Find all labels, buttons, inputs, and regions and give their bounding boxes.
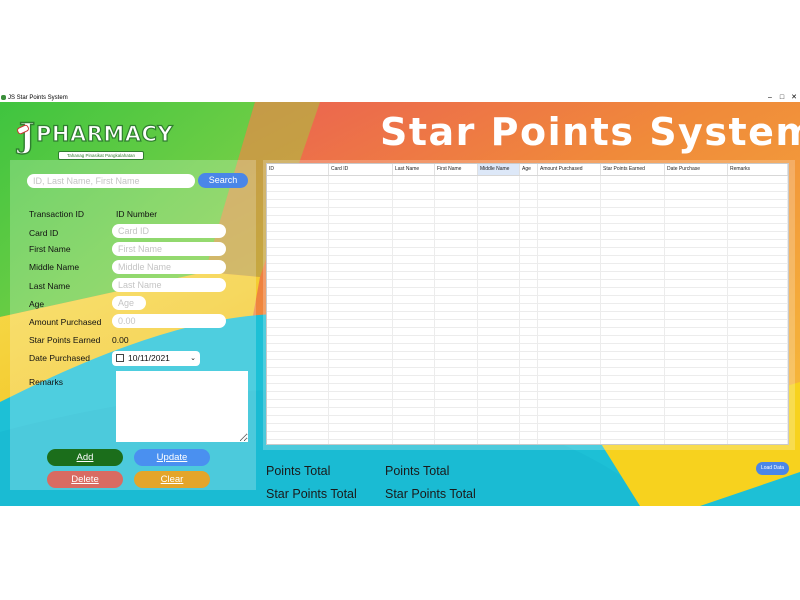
column-header-last-name[interactable]: Last Name	[393, 164, 435, 175]
logo-text: PHARMACY	[35, 121, 174, 146]
column-header-first-name[interactable]: First Name	[435, 164, 478, 175]
star-points-total-label: Star Points Total	[266, 487, 357, 501]
remarks-textarea[interactable]	[116, 371, 248, 442]
last-name-input[interactable]	[112, 278, 226, 292]
chevron-down-icon[interactable]: ⌄	[190, 351, 196, 366]
first-name-label: First Name	[29, 244, 71, 254]
points-total-label: Points Total	[266, 464, 331, 478]
transaction-id-label: Transaction ID	[29, 209, 84, 219]
last-name-label: Last Name	[29, 281, 71, 291]
middle-name-input[interactable]	[112, 260, 226, 274]
column-header-remarks[interactable]: Remarks	[728, 164, 788, 175]
close-icon[interactable]: ✕	[790, 94, 798, 102]
minimize-icon[interactable]: –	[766, 94, 774, 102]
maximize-icon[interactable]: □	[778, 94, 786, 102]
pharmacy-logo: J PHARMACY Tahanag Pinasikat Pangkalahat…	[6, 108, 173, 160]
logo-tagline: Tahanag Pinasikat Pangkalahatan	[58, 151, 144, 160]
amount-purchased-label: Amount Purchased	[29, 317, 102, 327]
title-bar: JS Star Points System – □ ✕	[0, 94, 800, 102]
transactions-table[interactable]: ID Card ID Last Name First Name Middle N…	[266, 163, 789, 445]
logo-letter: J	[18, 115, 36, 156]
clear-button[interactable]: Clear	[134, 471, 210, 488]
table-header: ID Card ID Last Name First Name Middle N…	[267, 164, 788, 176]
star-points-earned-value: 0.00	[112, 335, 129, 345]
transaction-id-value: ID Number	[116, 209, 158, 219]
column-header-star-points-earned[interactable]: Star Points Earned	[601, 164, 665, 175]
age-input[interactable]	[112, 296, 146, 310]
page-title: Star Points System	[380, 110, 800, 154]
column-header-middle-name[interactable]: Middle Name	[478, 164, 520, 175]
load-data-button[interactable]: Load Data	[756, 462, 789, 475]
remarks-label: Remarks	[29, 377, 64, 387]
star-points-total-value: Star Points Total	[385, 487, 476, 501]
app-icon	[1, 95, 6, 100]
app-window: JS Star Points System – □ ✕ J PHARMACY T…	[0, 94, 800, 506]
window-title: JS Star Points System	[8, 95, 68, 101]
first-name-input[interactable]	[112, 242, 226, 256]
update-button-label: Update	[156, 452, 188, 463]
middle-name-label: Middle Name	[29, 262, 80, 272]
add-button[interactable]: Add	[47, 449, 123, 466]
date-purchased-picker[interactable]: 10/11/2021 ⌄	[112, 351, 200, 366]
card-id-input[interactable]	[112, 224, 226, 238]
update-button[interactable]: Update	[134, 449, 210, 466]
table-column-lines	[267, 176, 788, 444]
card-id-label: Card ID	[29, 228, 59, 238]
column-header-age[interactable]: Age	[520, 164, 538, 175]
column-header-id[interactable]: ID	[267, 164, 329, 175]
amount-purchased-input[interactable]	[112, 314, 226, 328]
search-input[interactable]	[27, 174, 195, 188]
clear-button-label: Clear	[160, 474, 184, 485]
calendar-icon	[116, 353, 124, 362]
age-label: Age	[29, 299, 45, 309]
column-header-amount-purchased[interactable]: Amount Purchased	[538, 164, 601, 175]
date-purchased-label: Date Purchased	[29, 353, 90, 363]
add-button-label: Add	[76, 452, 94, 463]
window-controls: – □ ✕	[766, 94, 798, 102]
date-value: 10/11/2021	[128, 353, 170, 363]
column-header-card-id[interactable]: Card ID	[329, 164, 393, 175]
column-header-date-purchase[interactable]: Date Purchase	[665, 164, 728, 175]
points-total-value: Points Total	[385, 464, 450, 478]
search-button[interactable]: Search	[198, 173, 248, 188]
star-points-earned-label: Star Points Earned	[29, 335, 101, 345]
delete-button[interactable]: Delete	[47, 471, 123, 488]
delete-button-label: Delete	[71, 474, 99, 485]
